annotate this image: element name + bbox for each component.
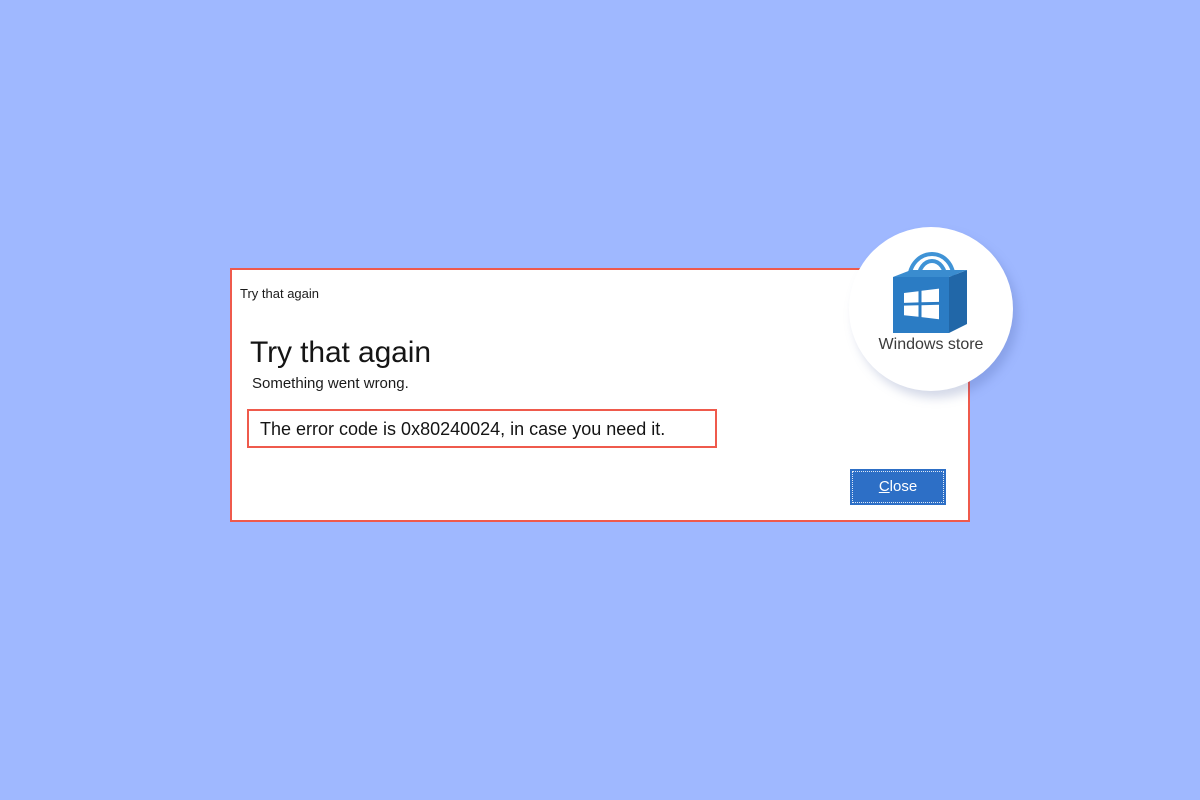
dialog-heading: Try that again (250, 336, 431, 369)
close-button[interactable]: Close (850, 469, 946, 505)
error-code-text: The error code is 0x80240024, in case yo… (260, 419, 666, 439)
dialog-subheading: Something went wrong. (252, 375, 409, 392)
windows-store-bag-icon (887, 251, 975, 335)
windows-store-badge: Windows store (849, 227, 1018, 398)
screen-background: Try that again Try that again Something … (0, 0, 1200, 800)
error-code-box: The error code is 0x80240024, in case yo… (247, 409, 717, 448)
windows-store-label: Windows store (878, 336, 984, 353)
close-button-label-rest: lose (889, 478, 918, 495)
close-button-label: Close (879, 478, 917, 495)
dialog-title-text: Try that again (240, 286, 320, 301)
close-button-accelerator: C (878, 478, 890, 495)
